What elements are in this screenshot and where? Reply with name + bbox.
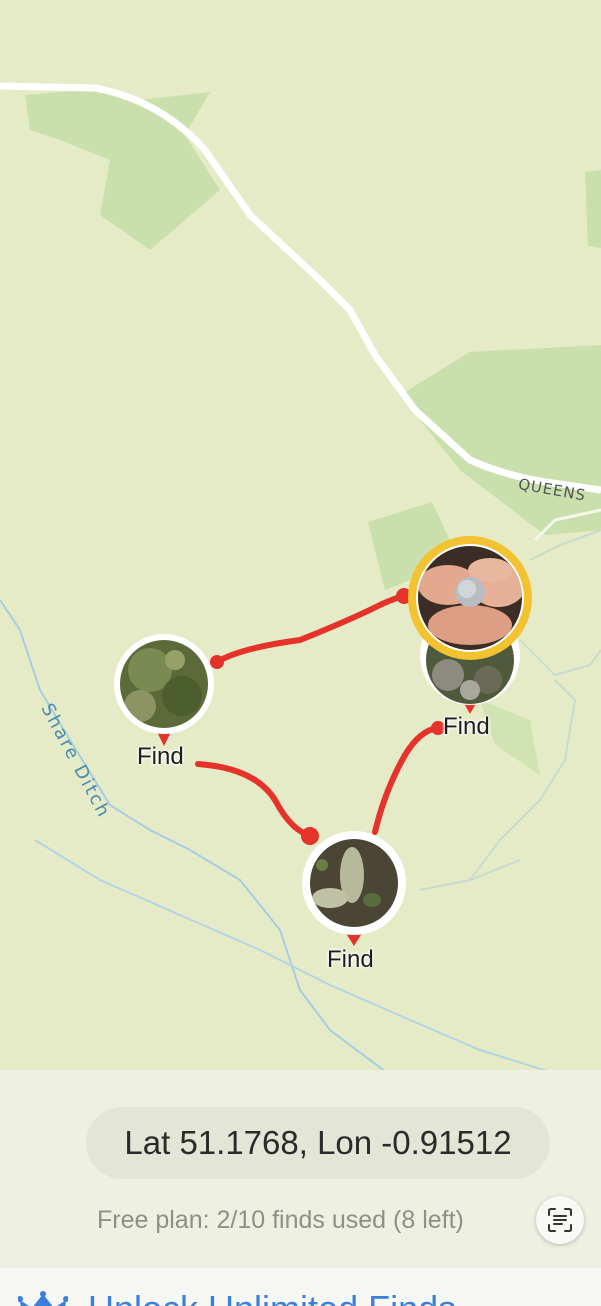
route-point xyxy=(210,655,224,669)
map[interactable] xyxy=(0,0,601,1075)
plan-status-text: Free plan: 2/10 finds used (8 left) xyxy=(97,1206,464,1234)
route-point xyxy=(301,827,319,845)
find-pin-bottom-label: Find xyxy=(327,946,374,973)
coordinates-text: Lat 51.1768, Lon -0.91512 xyxy=(124,1124,512,1161)
unlock-label: Unlock Unlimited Finds xyxy=(88,1288,456,1306)
scan-text-icon xyxy=(548,1208,572,1232)
find-pin-right-label: Find xyxy=(443,713,490,740)
coordinates-pill: Lat 51.1768, Lon -0.91512 xyxy=(86,1107,550,1179)
unlock-button[interactable]: Unlock Unlimited Finds xyxy=(0,1268,601,1306)
scan-button[interactable] xyxy=(536,1196,584,1244)
find-pin-left-label: Find xyxy=(137,743,184,770)
map-background xyxy=(0,0,601,1075)
crown-icon xyxy=(18,1291,68,1306)
selected-find-pin[interactable] xyxy=(408,536,532,660)
